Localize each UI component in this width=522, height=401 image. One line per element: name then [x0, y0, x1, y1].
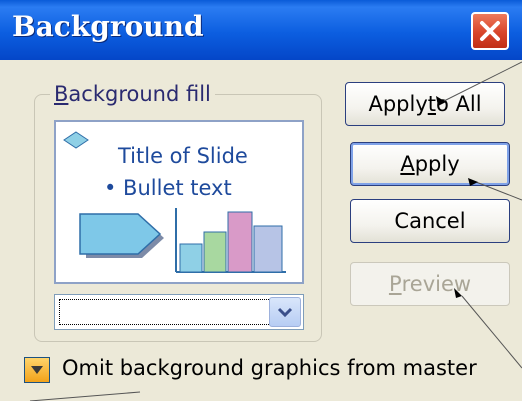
title-bar[interactable]: Background [0, 0, 522, 60]
bar-3 [227, 211, 253, 273]
omit-graphics-checkbox[interactable] [24, 357, 50, 383]
apply-button[interactable]: Apply [350, 142, 510, 186]
background-dialog: Background Background fill Title of Slid… [0, 0, 522, 401]
bar-1 [179, 243, 203, 273]
bar-4 [253, 225, 283, 273]
fill-color-dropdown[interactable] [54, 294, 304, 330]
chevron-down-icon [277, 307, 293, 318]
fill-color-value[interactable] [59, 299, 271, 325]
checkmark-icon [31, 366, 43, 374]
cancel-button[interactable]: Cancel [350, 199, 510, 243]
background-fill-label: Background fill [50, 82, 215, 106]
dropdown-button[interactable] [269, 297, 301, 327]
preview-bullet-text: • Bullet text [104, 176, 232, 200]
preview-button[interactable]: Preview [350, 262, 510, 306]
bar-graphic [175, 208, 286, 273]
close-button[interactable] [471, 12, 509, 50]
window-title: Background [12, 10, 204, 43]
diamond-bullet-icon [63, 131, 89, 149]
omit-graphics-label: Omit background graphics from master [62, 356, 477, 380]
callout-line [29, 391, 141, 401]
pentagon-arrow-shape [79, 213, 164, 258]
bar-2 [203, 231, 227, 273]
preview-slide-title: Title of Slide [118, 144, 248, 168]
apply-to-all-button[interactable]: Apply to All [345, 82, 505, 126]
close-x-icon [480, 21, 500, 41]
